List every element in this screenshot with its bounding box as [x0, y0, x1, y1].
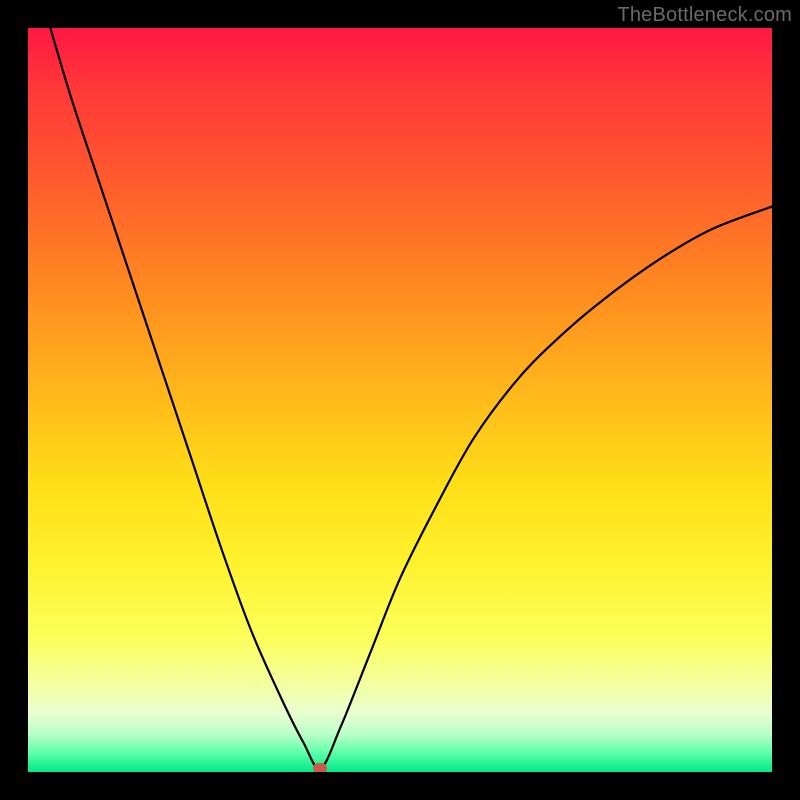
chart-frame: TheBottleneck.com [0, 0, 800, 800]
bottleneck-curve [28, 28, 772, 772]
watermark-text: TheBottleneck.com [617, 4, 792, 27]
plot-area [28, 28, 772, 772]
optimal-point-marker [313, 763, 327, 772]
